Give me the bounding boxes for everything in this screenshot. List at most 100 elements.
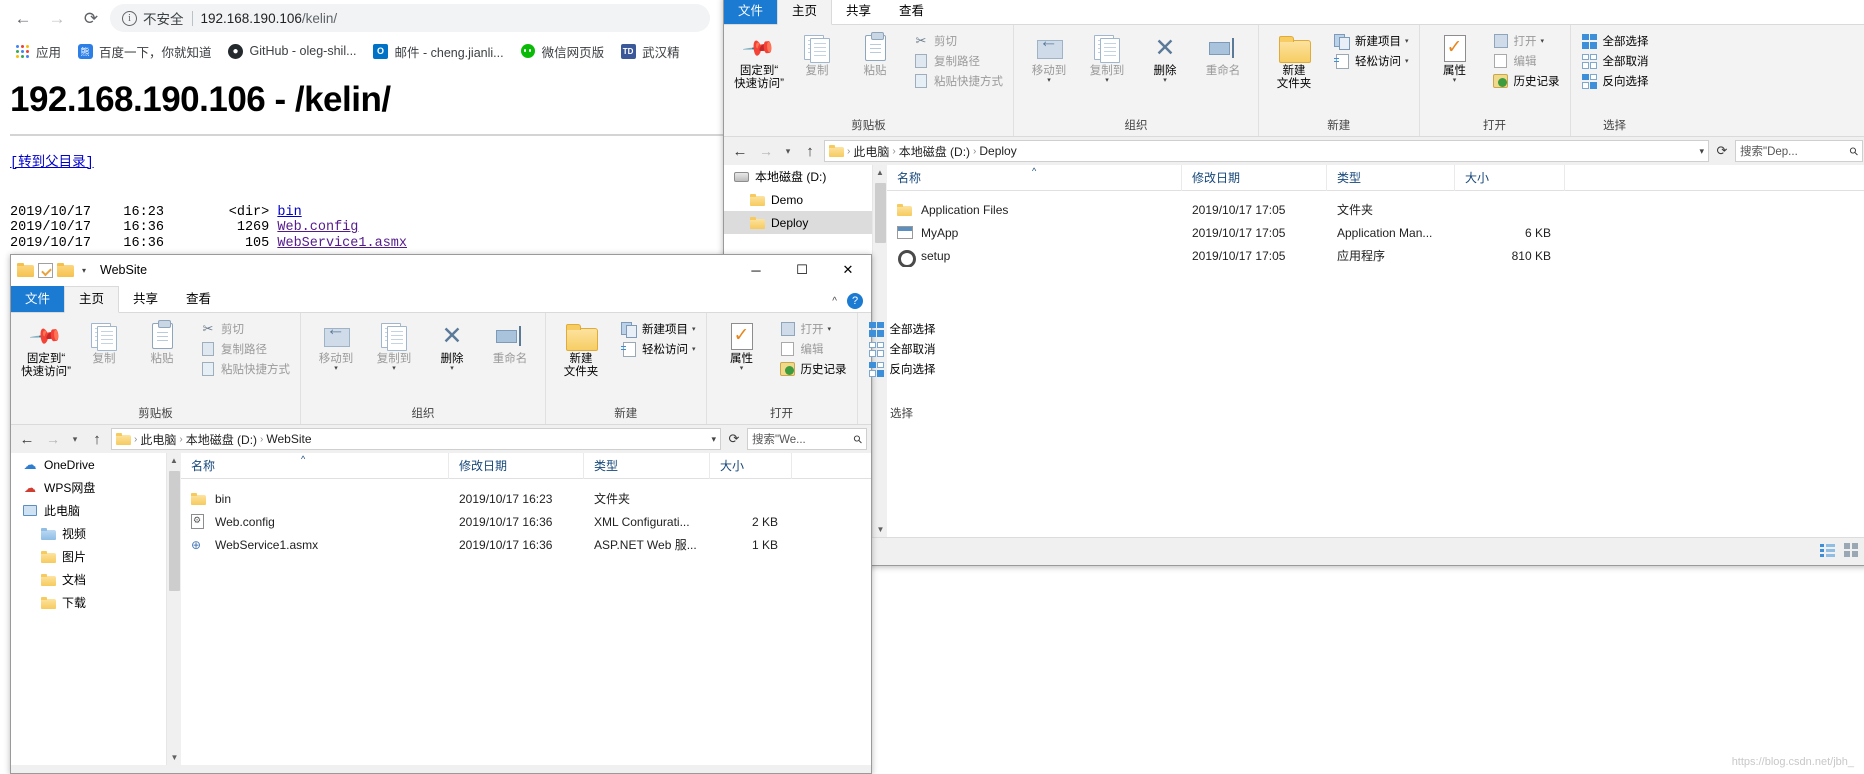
move-to-button[interactable]: 移动到 ▾ xyxy=(1020,29,1078,84)
select-none-button[interactable]: 全部取消 xyxy=(1577,51,1653,71)
cut-button[interactable]: ✂ 剪切 xyxy=(908,31,1007,51)
new-folder-button[interactable]: 新建 文件夹 xyxy=(1265,29,1323,91)
breadcrumb-item[interactable]: 此电脑 xyxy=(853,143,889,160)
column-header-name[interactable]: ^ 名称 xyxy=(887,165,1182,191)
rename-button[interactable]: 重命名 xyxy=(481,317,539,366)
search-box-website[interactable]: 搜索"We... ⚲ xyxy=(747,428,867,450)
easy-access-button[interactable]: 轻松访问 ▾ xyxy=(1329,51,1413,71)
breadcrumb-item[interactable]: WebSite xyxy=(266,432,311,446)
chevron-down-icon[interactable]: ▾ xyxy=(392,365,396,372)
bookmark-baidu[interactable]: 熊 百度一下，你就知道 xyxy=(69,39,220,63)
tab-share[interactable]: 共享 xyxy=(832,0,885,24)
chevron-down-icon[interactable]: ▾ xyxy=(1105,77,1109,84)
scrollbar-thumb[interactable] xyxy=(169,471,180,591)
new-item-button[interactable]: 新建项目 ▾ xyxy=(1329,31,1413,51)
refresh-button[interactable]: ⟳ xyxy=(1711,140,1733,162)
breadcrumb-bar[interactable]: › 此电脑 › 本地磁盘 (D:) › Deploy ▾ xyxy=(824,140,1709,162)
refresh-button[interactable]: ⟳ xyxy=(723,428,745,450)
chevron-down-icon[interactable]: ▾ xyxy=(1699,146,1704,157)
nav-item-demo[interactable]: Demo xyxy=(724,188,872,211)
tab-view[interactable]: 查看 xyxy=(885,0,938,24)
breadcrumb-item[interactable]: 本地磁盘 (D:) xyxy=(899,143,970,160)
help-button[interactable]: ? xyxy=(847,293,863,309)
listing-link[interactable]: bin xyxy=(277,205,301,220)
breadcrumb-item[interactable]: 此电脑 xyxy=(140,431,176,448)
up-button[interactable]: ↑ xyxy=(798,140,822,162)
bookmark-github[interactable]: ● GitHub - oleg-shil... xyxy=(220,39,365,63)
scroll-up-arrow-icon[interactable]: ▲ xyxy=(167,453,181,468)
forward-button[interactable]: → xyxy=(44,6,70,32)
bookmark-wuhan[interactable]: TD 武汉精 xyxy=(612,39,688,63)
pin-to-quick-access-button[interactable]: 📌 固定到“ 快速访问” xyxy=(730,29,788,91)
select-none-button[interactable]: 全部取消 xyxy=(864,339,940,359)
chevron-down-icon[interactable]: ▾ xyxy=(692,325,696,333)
nav-item-wps-cloud[interactable]: ☁ WPS网盘 xyxy=(11,476,166,499)
scroll-down-arrow-icon[interactable]: ▼ xyxy=(167,750,182,765)
back-button[interactable]: ← xyxy=(728,140,752,162)
recent-locations-icon[interactable]: ▾ xyxy=(780,140,796,162)
column-header-type[interactable]: 类型 xyxy=(1327,165,1455,191)
bookmark-outlook[interactable]: O 邮件 - cheng.jianli... xyxy=(365,39,512,63)
breadcrumb-item[interactable]: Deploy xyxy=(979,144,1016,158)
parent-directory-link[interactable]: [转到父目录] xyxy=(10,156,94,171)
nav-item-onedrive[interactable]: ☁ OneDrive xyxy=(11,453,166,476)
chevron-down-icon[interactable]: ▾ xyxy=(828,325,832,333)
open-button[interactable]: 打开 ▾ xyxy=(1488,31,1564,51)
edit-button[interactable]: 编辑 xyxy=(1488,51,1564,71)
scroll-down-arrow-icon[interactable]: ▼ xyxy=(873,522,888,537)
tab-view[interactable]: 查看 xyxy=(172,287,225,312)
properties-button[interactable]: 属性 ▾ xyxy=(713,317,771,372)
listing-link[interactable]: Web.config xyxy=(277,220,358,235)
tab-home[interactable]: 主页 xyxy=(64,286,120,313)
copy-button[interactable]: 复制 xyxy=(788,29,846,78)
bookmark-apps[interactable]: 应用 xyxy=(6,39,69,63)
tab-home[interactable]: 主页 xyxy=(777,0,833,25)
column-header-name[interactable]: ^ 名称 xyxy=(181,453,449,479)
history-button[interactable]: 历史记录 xyxy=(775,359,851,379)
chevron-down-icon[interactable]: ▾ xyxy=(1405,57,1409,65)
breadcrumb-item[interactable]: 本地磁盘 (D:) xyxy=(186,431,257,448)
table-row[interactable]: ⊕ WebService1.asmx 2019/10/17 16:36 ASP.… xyxy=(181,533,871,556)
search-box-deploy[interactable]: 搜索"Dep... ⚲ xyxy=(1735,140,1863,162)
nav-item-downloads[interactable]: 下载 xyxy=(11,591,166,614)
chevron-down-icon[interactable]: ▾ xyxy=(334,365,338,372)
edit-button[interactable]: 编辑 xyxy=(775,339,851,359)
invert-selection-button[interactable]: 反向选择 xyxy=(864,359,940,379)
delete-button[interactable]: ✕ 删除 ▾ xyxy=(423,317,481,372)
easy-access-button[interactable]: 轻松访问 ▾ xyxy=(616,339,700,359)
chevron-down-icon[interactable]: ▾ xyxy=(740,365,744,372)
copy-path-button[interactable]: 复制路径 xyxy=(195,339,294,359)
table-row[interactable]: Application Files 2019/10/17 17:05 文件夹 xyxy=(887,198,1864,221)
move-to-button[interactable]: 移动到 ▾ xyxy=(307,317,365,372)
listing-link[interactable]: WebService1.asmx xyxy=(277,236,407,251)
copy-button[interactable]: 复制 xyxy=(75,317,133,366)
close-button[interactable]: ✕ xyxy=(825,255,871,285)
reload-button[interactable]: ⟳ xyxy=(78,6,104,32)
new-folder-quick-icon[interactable] xyxy=(57,263,74,277)
nav-item-pictures[interactable]: 图片 xyxy=(11,545,166,568)
forward-button[interactable]: → xyxy=(754,140,778,162)
table-row[interactable]: setup 2019/10/17 17:05 应用程序 810 KB xyxy=(887,244,1864,267)
table-row[interactable]: bin 2019/10/17 16:23 文件夹 xyxy=(181,487,871,510)
column-header-date[interactable]: 修改日期 xyxy=(449,453,584,479)
chevron-down-icon[interactable]: ▾ xyxy=(1405,37,1409,45)
back-button[interactable]: ← xyxy=(10,6,36,32)
paste-button[interactable]: 粘贴 xyxy=(846,29,904,78)
details-view-button[interactable] xyxy=(1817,541,1837,559)
properties-button[interactable]: 属性 ▾ xyxy=(1426,29,1484,84)
table-row[interactable]: MyApp 2019/10/17 17:05 Application Man..… xyxy=(887,221,1864,244)
chevron-down-icon[interactable]: ▾ xyxy=(82,266,86,275)
recent-locations-icon[interactable]: ▾ xyxy=(67,428,83,450)
breadcrumb-bar[interactable]: › 此电脑 › 本地磁盘 (D:) › WebSite ▾ xyxy=(111,428,721,450)
copy-path-button[interactable]: 复制路径 xyxy=(908,51,1007,71)
cut-button[interactable]: ✂ 剪切 xyxy=(195,319,294,339)
paste-shortcut-button[interactable]: 粘贴快捷方式 xyxy=(195,359,294,379)
invert-selection-button[interactable]: 反向选择 xyxy=(1577,71,1653,91)
delete-button[interactable]: ✕ 删除 ▾ xyxy=(1136,29,1194,84)
nav-item-documents[interactable]: 文档 xyxy=(11,568,166,591)
bookmark-wechat[interactable]: 微信网页版 xyxy=(512,39,613,63)
chevron-down-icon[interactable]: ▾ xyxy=(711,434,716,445)
tab-share[interactable]: 共享 xyxy=(119,287,172,312)
tab-file[interactable]: 文件 xyxy=(11,286,65,312)
nav-item-local-disk[interactable]: 本地磁盘 (D:) xyxy=(724,165,872,188)
